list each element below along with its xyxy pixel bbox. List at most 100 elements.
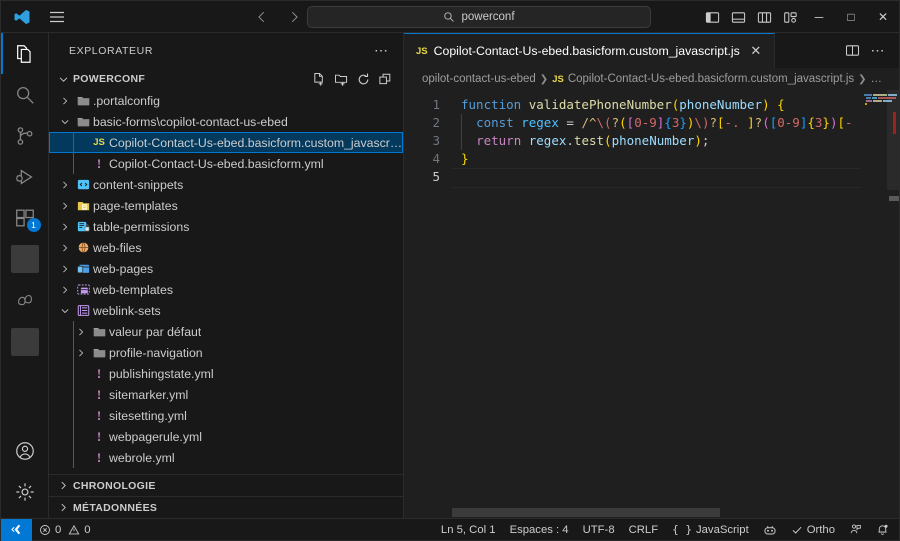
activity-run-debug[interactable] bbox=[1, 156, 49, 197]
tree-item-weblink-sets[interactable]: weblink-sets bbox=[49, 300, 403, 321]
new-folder-icon[interactable] bbox=[331, 69, 351, 89]
new-file-icon[interactable] bbox=[309, 69, 329, 89]
live-share-button[interactable] bbox=[756, 519, 784, 541]
editor-indentation[interactable]: Espaces : 4 bbox=[503, 519, 576, 541]
tree-item-valeur-par-d-faut[interactable]: valeur par défaut bbox=[49, 321, 403, 342]
sidebar-section-metadonnees[interactable]: MÉTADONNÉES bbox=[49, 496, 403, 518]
editor-encoding[interactable]: UTF-8 bbox=[576, 519, 622, 541]
chevron-down-icon[interactable] bbox=[57, 306, 73, 316]
toggle-primary-sidebar-button[interactable] bbox=[699, 2, 725, 32]
editor-eol[interactable]: CRLF bbox=[622, 519, 666, 541]
toggle-secondary-sidebar-button[interactable] bbox=[751, 2, 777, 32]
tree-item-website-yml[interactable]: !website.yml bbox=[49, 468, 403, 474]
breadcrumb-folder[interactable]: opilot-contact-us-ebed bbox=[422, 73, 536, 85]
split-editor-icon[interactable] bbox=[841, 38, 863, 64]
chevron-right-icon[interactable] bbox=[57, 285, 73, 295]
activity-source-control[interactable] bbox=[1, 115, 49, 156]
arrow-left-icon[interactable] bbox=[249, 3, 275, 31]
tree-item-profile-navigation[interactable]: profile-navigation bbox=[49, 342, 403, 363]
chevron-right-icon[interactable] bbox=[57, 180, 73, 190]
tree-item-sitesetting-yml[interactable]: !sitesetting.yml bbox=[49, 405, 403, 426]
ellipsis-icon[interactable]: ⋯ bbox=[368, 42, 395, 59]
chevron-down-icon[interactable] bbox=[57, 117, 73, 127]
tree-item-portalconfig[interactable]: .portalconfig bbox=[49, 90, 403, 111]
tree-item-content-snippets[interactable]: content-snippets bbox=[49, 174, 403, 195]
chevron-right-icon[interactable] bbox=[57, 243, 73, 253]
chevron-right-icon[interactable] bbox=[57, 264, 73, 274]
collapse-all-icon[interactable] bbox=[375, 69, 395, 89]
arrow-right-icon[interactable] bbox=[281, 3, 307, 31]
activity-explorer[interactable] bbox=[1, 33, 49, 74]
editor-vertical-scrollbar-thumb[interactable] bbox=[889, 196, 899, 201]
chevron-right-icon[interactable] bbox=[73, 327, 89, 337]
tree-item-web-templates[interactable]: web-templates bbox=[49, 279, 403, 300]
code-token: validatePhoneNumber bbox=[529, 97, 672, 112]
tree-item-page-templates[interactable]: page-templates bbox=[49, 195, 403, 216]
code-line[interactable]: return regex.test(phoneNumber); bbox=[461, 132, 861, 150]
editor-vertical-scrollbar[interactable] bbox=[889, 90, 899, 518]
tree-item-web-pages[interactable]: web-pages bbox=[49, 258, 403, 279]
breadcrumb-file[interactable]: JS Copilot-Contact-Us-ebed.basicform.cus… bbox=[552, 73, 854, 85]
chevron-right-icon[interactable] bbox=[57, 201, 73, 211]
folder-window-icon bbox=[73, 261, 93, 276]
code-line[interactable]: } bbox=[461, 150, 861, 168]
activity-copilot[interactable] bbox=[1, 280, 49, 321]
file-tree[interactable]: .portalconfigbasic-forms\copilot-contact… bbox=[49, 90, 403, 474]
code-token: ( bbox=[762, 115, 770, 130]
customize-layout-button[interactable] bbox=[777, 2, 803, 32]
chevron-right-icon[interactable] bbox=[73, 348, 89, 358]
code-content[interactable]: function validatePhoneNumber(phoneNumber… bbox=[452, 90, 861, 518]
window-minimize-button[interactable]: ─ bbox=[803, 1, 835, 33]
breadcrumb-symbol[interactable]: … bbox=[871, 73, 883, 85]
activity-accounts[interactable] bbox=[1, 430, 49, 471]
activity-placeholder-2[interactable] bbox=[11, 328, 39, 356]
feedback-button[interactable] bbox=[842, 519, 869, 541]
tree-item-basic-forms-copilot-contact-us-ebed[interactable]: basic-forms\copilot-contact-us-ebed bbox=[49, 111, 403, 132]
chevron-right-icon bbox=[55, 502, 71, 513]
window-close-button[interactable]: ✕ bbox=[867, 1, 899, 33]
tree-item-sitemarker-yml[interactable]: !sitemarker.yml bbox=[49, 384, 403, 405]
editor-tab-active[interactable]: JS Copilot-Contact-Us-ebed.basicform.cus… bbox=[404, 33, 775, 68]
code-line[interactable]: function validatePhoneNumber(phoneNumber… bbox=[461, 96, 861, 114]
close-icon[interactable]: ✕ bbox=[748, 43, 764, 59]
yaml-file-icon: ! bbox=[89, 450, 109, 466]
toggle-panel-button[interactable] bbox=[725, 2, 751, 32]
editor-horizontal-scrollbar-thumb[interactable] bbox=[452, 508, 720, 517]
activity-extensions[interactable]: 1 bbox=[1, 197, 49, 238]
activity-settings[interactable] bbox=[1, 471, 49, 512]
hamburger-menu-icon[interactable] bbox=[41, 3, 73, 31]
tree-item-webpagerule-yml[interactable]: !webpagerule.yml bbox=[49, 426, 403, 447]
tree-item-publishingstate-yml[interactable]: !publishingstate.yml bbox=[49, 363, 403, 384]
remote-window-icon[interactable] bbox=[1, 519, 32, 541]
yaml-file-icon: ! bbox=[89, 387, 109, 403]
tree-item-webrole-yml[interactable]: !webrole.yml bbox=[49, 447, 403, 468]
command-center-search[interactable]: powerconf bbox=[307, 6, 651, 28]
window-maximize-button[interactable]: □ bbox=[835, 1, 867, 33]
code-token: ; bbox=[702, 133, 710, 148]
code-editor[interactable]: 12345 function validatePhoneNumber(phone… bbox=[404, 90, 899, 518]
notifications-button[interactable] bbox=[869, 519, 899, 541]
chevron-right-icon[interactable] bbox=[57, 222, 73, 232]
spell-check-status[interactable]: Ortho bbox=[784, 519, 842, 541]
code-token: test bbox=[574, 133, 604, 148]
code-token: [ bbox=[837, 115, 845, 130]
feedback-icon bbox=[849, 523, 862, 536]
code-line[interactable]: const regex = /^\(?([0-9]{3})\)?[-. ]?([… bbox=[461, 114, 861, 132]
tree-item-web-files[interactable]: web-files bbox=[49, 237, 403, 258]
tree-item-copilot-contact-us-ebed-basicform-yml[interactable]: !Copilot-Contact-Us-ebed.basicform.yml bbox=[49, 153, 403, 174]
code-line[interactable] bbox=[461, 168, 861, 186]
sidebar-section-chronologie[interactable]: CHRONOLOGIE bbox=[49, 474, 403, 496]
editor-cursor-position[interactable]: Ln 5, Col 1 bbox=[434, 519, 503, 541]
activity-search[interactable] bbox=[1, 74, 49, 115]
ellipsis-icon[interactable]: ⋯ bbox=[867, 38, 889, 64]
activity-placeholder-1[interactable] bbox=[11, 245, 39, 273]
tree-item-copilot-contact-us-ebed-basicform-custom-javascri[interactable]: JSCopilot-Contact-Us-ebed.basicform.cust… bbox=[49, 132, 403, 153]
explorer-root-folder-header[interactable]: POWERCONF bbox=[49, 68, 403, 90]
tree-item-table-permissions[interactable]: table-permissions bbox=[49, 216, 403, 237]
chevron-right-icon[interactable] bbox=[57, 96, 73, 106]
editor-language-mode[interactable]: { } JavaScript bbox=[665, 519, 756, 541]
refresh-icon[interactable] bbox=[353, 69, 373, 89]
status-problems[interactable]: 0 0 bbox=[32, 519, 98, 541]
warning-triangle-icon bbox=[68, 524, 80, 536]
breadcrumb[interactable]: opilot-contact-us-ebed ❯ JS Copilot-Cont… bbox=[404, 68, 899, 90]
